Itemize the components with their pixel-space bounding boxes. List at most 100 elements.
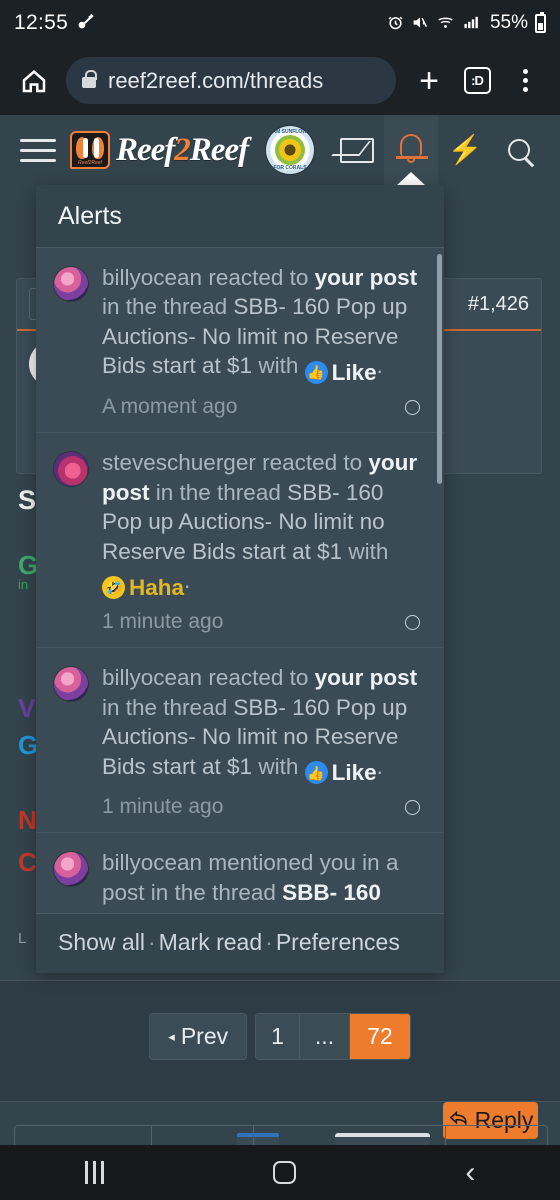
browser-menu-button[interactable] xyxy=(504,60,546,102)
alerts-dropdown-title: Alerts xyxy=(36,185,444,248)
nav-search-button[interactable] xyxy=(492,115,546,185)
alert-avatar[interactable] xyxy=(54,667,88,702)
alert-unread-toggle[interactable] xyxy=(405,399,420,415)
sunflower-icon xyxy=(275,135,305,165)
search-icon xyxy=(508,139,530,161)
list-item[interactable]: billyocean reacted to your post in the t… xyxy=(36,248,444,434)
status-bar: 12:55 55% xyxy=(0,0,560,46)
alert-avatar[interactable] xyxy=(54,452,88,487)
alert-text: billyocean mentioned you in a post in th… xyxy=(102,848,426,913)
alert-reaction: 🤣 Haha xyxy=(102,573,184,602)
tab-switcher-button[interactable]: :D xyxy=(456,60,498,102)
alert-target: your post xyxy=(314,265,418,290)
footer-divider xyxy=(0,1101,560,1102)
footer-separator-1: · xyxy=(147,929,156,955)
alert-actor[interactable]: billyocean xyxy=(102,665,202,690)
alert-text: steveschuerger reacted to your post in t… xyxy=(102,448,426,602)
signal-icon xyxy=(462,14,481,33)
home-circle-icon[interactable] xyxy=(272,1161,296,1184)
nav-alerts-button[interactable] xyxy=(384,115,438,186)
tab-count-badge: :D xyxy=(463,67,491,94)
reef2reef-badge-icon: Reef2Reef xyxy=(70,131,110,169)
more-vertical-icon xyxy=(522,69,528,92)
alert-body: billyocean reacted to your post in the t… xyxy=(102,663,426,819)
alert-body: billyocean mentioned you in a post in th… xyxy=(102,848,426,913)
pagination-page-current[interactable]: 72 xyxy=(350,1014,410,1059)
lock-icon xyxy=(82,69,97,88)
nav-whats-new-button[interactable]: ⚡ xyxy=(438,115,492,185)
battery-percent: 55% xyxy=(489,12,528,33)
alert-actor[interactable]: billyocean xyxy=(102,850,202,875)
status-bar-right: 55% xyxy=(387,11,546,34)
pagination-pages: 1 ... 72 xyxy=(255,1013,411,1060)
logo-word-2: 2 xyxy=(174,131,190,168)
site-nav-bar: Reef2Reef Reef2Reef TEAM SUNFLOWER FOR C… xyxy=(0,115,560,186)
avatar[interactable]: TEAM SUNFLOWER FOR CORALS xyxy=(266,126,314,174)
alert-context-prefix: in the thread xyxy=(102,694,234,720)
alert-unread-toggle[interactable] xyxy=(405,614,420,630)
alert-target: your post xyxy=(314,665,418,691)
key-icon xyxy=(76,12,95,35)
alert-body: steveschuerger reacted to your post in t… xyxy=(102,448,426,634)
alerts-list[interactable]: billyocean reacted to your post in the t… xyxy=(36,248,444,913)
preferences-link[interactable]: Preferences xyxy=(276,929,400,955)
prev-caret-icon: ◂ xyxy=(168,1028,175,1044)
alerts-dropdown: Alerts billyocean reacted to your post i… xyxy=(36,185,444,973)
site-logo[interactable]: Reef2Reef Reef2Reef xyxy=(70,131,249,169)
post-text-heading: S xyxy=(18,485,37,515)
alerts-scrollbar[interactable] xyxy=(437,254,442,484)
alert-text: billyocean reacted to your post in the t… xyxy=(102,263,426,387)
pagination-page-1[interactable]: 1 xyxy=(256,1014,300,1059)
post-number[interactable]: #1,426 xyxy=(468,293,529,316)
phone-screen: 12:55 55% reef2reef.com/threads +:D Ree… xyxy=(0,0,560,1200)
haha-icon: 🤣 xyxy=(102,575,125,599)
alert-timestamp: A moment ago xyxy=(102,395,238,419)
alert-actor[interactable]: billyocean xyxy=(102,265,202,290)
inbox-icon xyxy=(340,137,374,163)
status-clock: 12:55 xyxy=(14,11,69,34)
logo-wordmark: Reef2Reef xyxy=(116,131,249,169)
recents-icon[interactable] xyxy=(84,1161,104,1184)
nav-inbox-button[interactable] xyxy=(330,115,384,185)
alert-reaction-label: Like xyxy=(331,759,377,785)
pagination-ellipsis[interactable]: ... xyxy=(299,1014,351,1059)
back-chevron-icon[interactable]: ‹ xyxy=(465,1157,475,1188)
alert-timestamp: 1 minute ago xyxy=(102,610,224,634)
post-text-purple: V xyxy=(18,693,36,723)
alert-context-prefix: in the thread xyxy=(102,294,234,320)
list-item[interactable]: steveschuerger reacted to your post in t… xyxy=(36,433,444,649)
alerts-footer: Show all · Mark read · Preferences xyxy=(36,913,444,973)
logo-word-1: Reef xyxy=(116,131,175,168)
mute-icon xyxy=(411,14,429,33)
post-text-small: L xyxy=(18,930,27,947)
alert-verb: reacted to xyxy=(255,450,369,476)
alert-verb: reacted to xyxy=(202,665,315,691)
show-all-link[interactable]: Show all xyxy=(58,929,145,955)
alert-unread-toggle[interactable] xyxy=(405,799,420,815)
alert-context-prefix: in the thread xyxy=(149,479,288,505)
alert-body: billyocean reacted to your post in the t… xyxy=(102,263,426,419)
wifi-icon xyxy=(436,14,455,33)
list-item[interactable]: billyocean mentioned you in a post in th… xyxy=(36,833,444,913)
battery-icon xyxy=(535,11,546,33)
post-text-green-small: in xyxy=(18,577,29,592)
alert-reaction-label: Haha xyxy=(129,574,185,600)
alert-avatar[interactable] xyxy=(54,852,88,887)
hamburger-icon[interactable] xyxy=(14,138,58,162)
alert-meta: 1 minute ago xyxy=(102,610,426,634)
post-text-red-1: N xyxy=(18,805,37,835)
mark-read-link[interactable]: Mark read xyxy=(159,929,263,955)
url-bar[interactable]: reef2reef.com/threads xyxy=(66,57,396,104)
alert-actor[interactable]: steveschuerger xyxy=(102,450,256,475)
footer-separator-2: · xyxy=(265,929,273,955)
browser-home-button[interactable] xyxy=(14,66,54,96)
alert-avatar[interactable] xyxy=(54,267,88,301)
alert-reaction: 👍 Like xyxy=(304,358,377,387)
like-icon: 👍 xyxy=(304,761,328,785)
alert-context-prefix: in the thread xyxy=(144,879,283,905)
new-tab-button[interactable]: + xyxy=(408,60,450,102)
post-text-red-2: C xyxy=(18,847,37,877)
list-item[interactable]: billyocean reacted to your post in the t… xyxy=(36,648,444,834)
pagination-prev-button[interactable]: ◂ Prev xyxy=(149,1013,248,1060)
dropdown-caret-icon xyxy=(384,172,438,186)
